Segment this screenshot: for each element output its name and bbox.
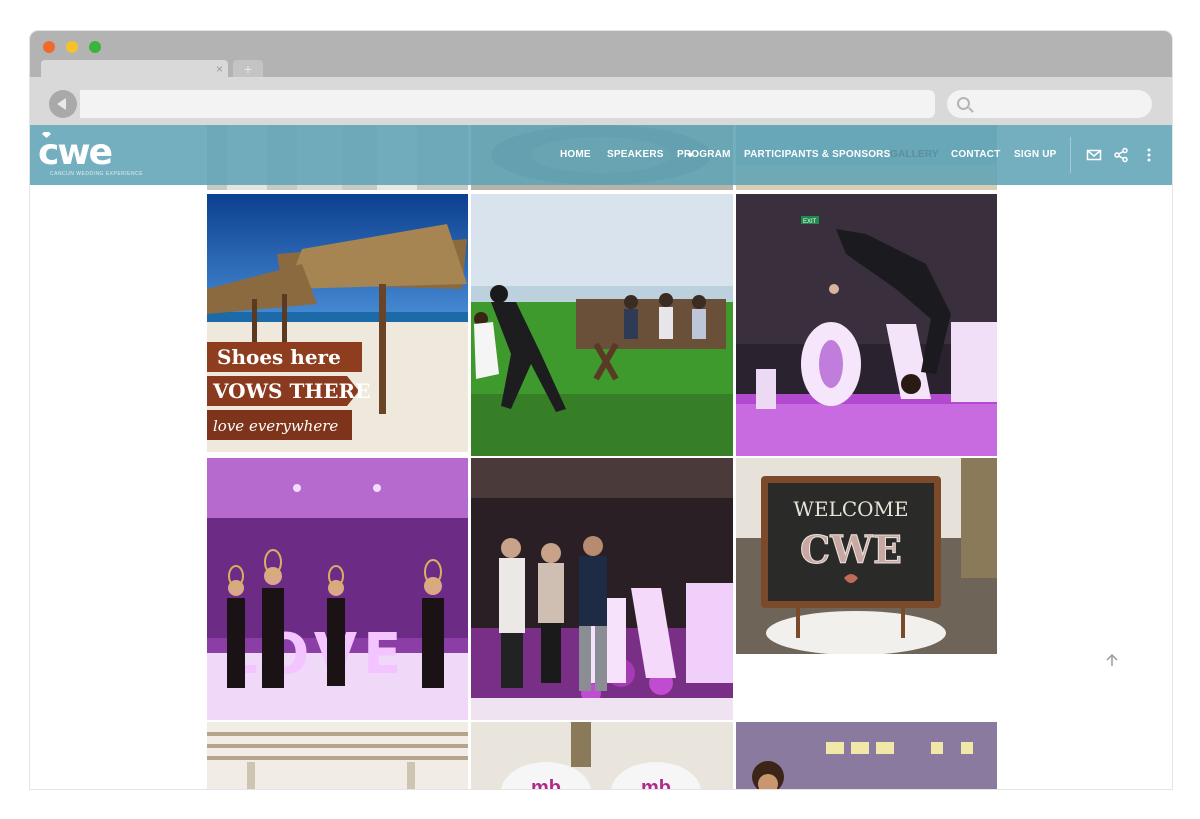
gallery-photo-group-selfie[interactable] xyxy=(736,722,997,789)
mail-icon[interactable] xyxy=(1086,147,1102,163)
nav-gallery[interactable]: GALLERY xyxy=(890,149,939,160)
gallery-photo-pergola[interactable] xyxy=(207,722,468,789)
close-window-button[interactable] xyxy=(43,41,55,53)
nav-participants-sponsors[interactable]: PARTICIPANTS & SPONSORS xyxy=(744,149,890,160)
gallery-photo-wedding-kiss[interactable] xyxy=(471,194,733,456)
nav-contact[interactable]: CONTACT xyxy=(951,149,1001,160)
gallery-photo-breakdancer[interactable]: EXIT xyxy=(736,194,997,456)
gallery-photo-mb-chairs[interactable]: mb mb xyxy=(471,722,733,789)
exit-sign: EXIT xyxy=(803,219,817,225)
chalk-welcome: WELCOME xyxy=(793,497,908,521)
header-divider xyxy=(1070,137,1071,173)
page-viewport: Shoes here VOWS THERE love everywhere EX… xyxy=(30,125,1172,789)
nav-program[interactable]: PROGRAM xyxy=(677,149,731,160)
site-header: cwe CANCUN WEDDING EXPERIENCE HOME SPEAK… xyxy=(30,125,1172,185)
browser-tab[interactable]: × xyxy=(41,60,228,78)
search-icon xyxy=(957,97,970,110)
browser-search-input[interactable] xyxy=(947,90,1152,118)
tab-close-icon[interactable]: × xyxy=(216,61,223,77)
gallery-photo-dancers[interactable]: LOVE xyxy=(207,458,468,720)
nav-sign-up[interactable]: SIGN UP xyxy=(1014,149,1057,160)
minimize-window-button[interactable] xyxy=(66,41,78,53)
arrow-up-icon[interactable] xyxy=(1104,652,1120,668)
chalk-cwe: CWE xyxy=(800,527,902,572)
back-icon[interactable] xyxy=(49,90,77,118)
browser-window: × + Shoes here VOWS THERE love everywher… xyxy=(30,31,1172,789)
maximize-window-button[interactable] xyxy=(89,41,101,53)
new-tab-button[interactable]: + xyxy=(233,60,263,78)
sign-line-3: love everywhere xyxy=(213,417,338,435)
gallery-photo-beach-signs[interactable]: Shoes here VOWS THERE love everywhere xyxy=(207,194,468,452)
sign-line-2: VOWS THERE xyxy=(212,379,370,403)
mb-logo-left: mb xyxy=(531,777,561,789)
mb-logo-right: mb xyxy=(641,777,671,789)
address-bar[interactable] xyxy=(80,90,935,118)
gallery-photo-group-love[interactable] xyxy=(471,458,733,720)
browser-chrome: × + xyxy=(30,31,1172,125)
more-vertical-icon[interactable] xyxy=(1141,147,1157,163)
gallery-photo-welcome-chalkboard[interactable]: WELCOME CWE xyxy=(736,458,997,654)
nav-speakers[interactable]: SPEAKERS xyxy=(607,149,664,160)
share-icon[interactable] xyxy=(1113,147,1129,163)
main-nav: HOME SPEAKERS PROGRAM PARTICIPANTS & SPO… xyxy=(30,125,1172,185)
nav-home[interactable]: HOME xyxy=(560,149,591,160)
sign-line-1: Shoes here xyxy=(217,345,341,369)
love-letters: LOVE xyxy=(222,622,407,687)
browser-toolbar xyxy=(30,77,1172,125)
